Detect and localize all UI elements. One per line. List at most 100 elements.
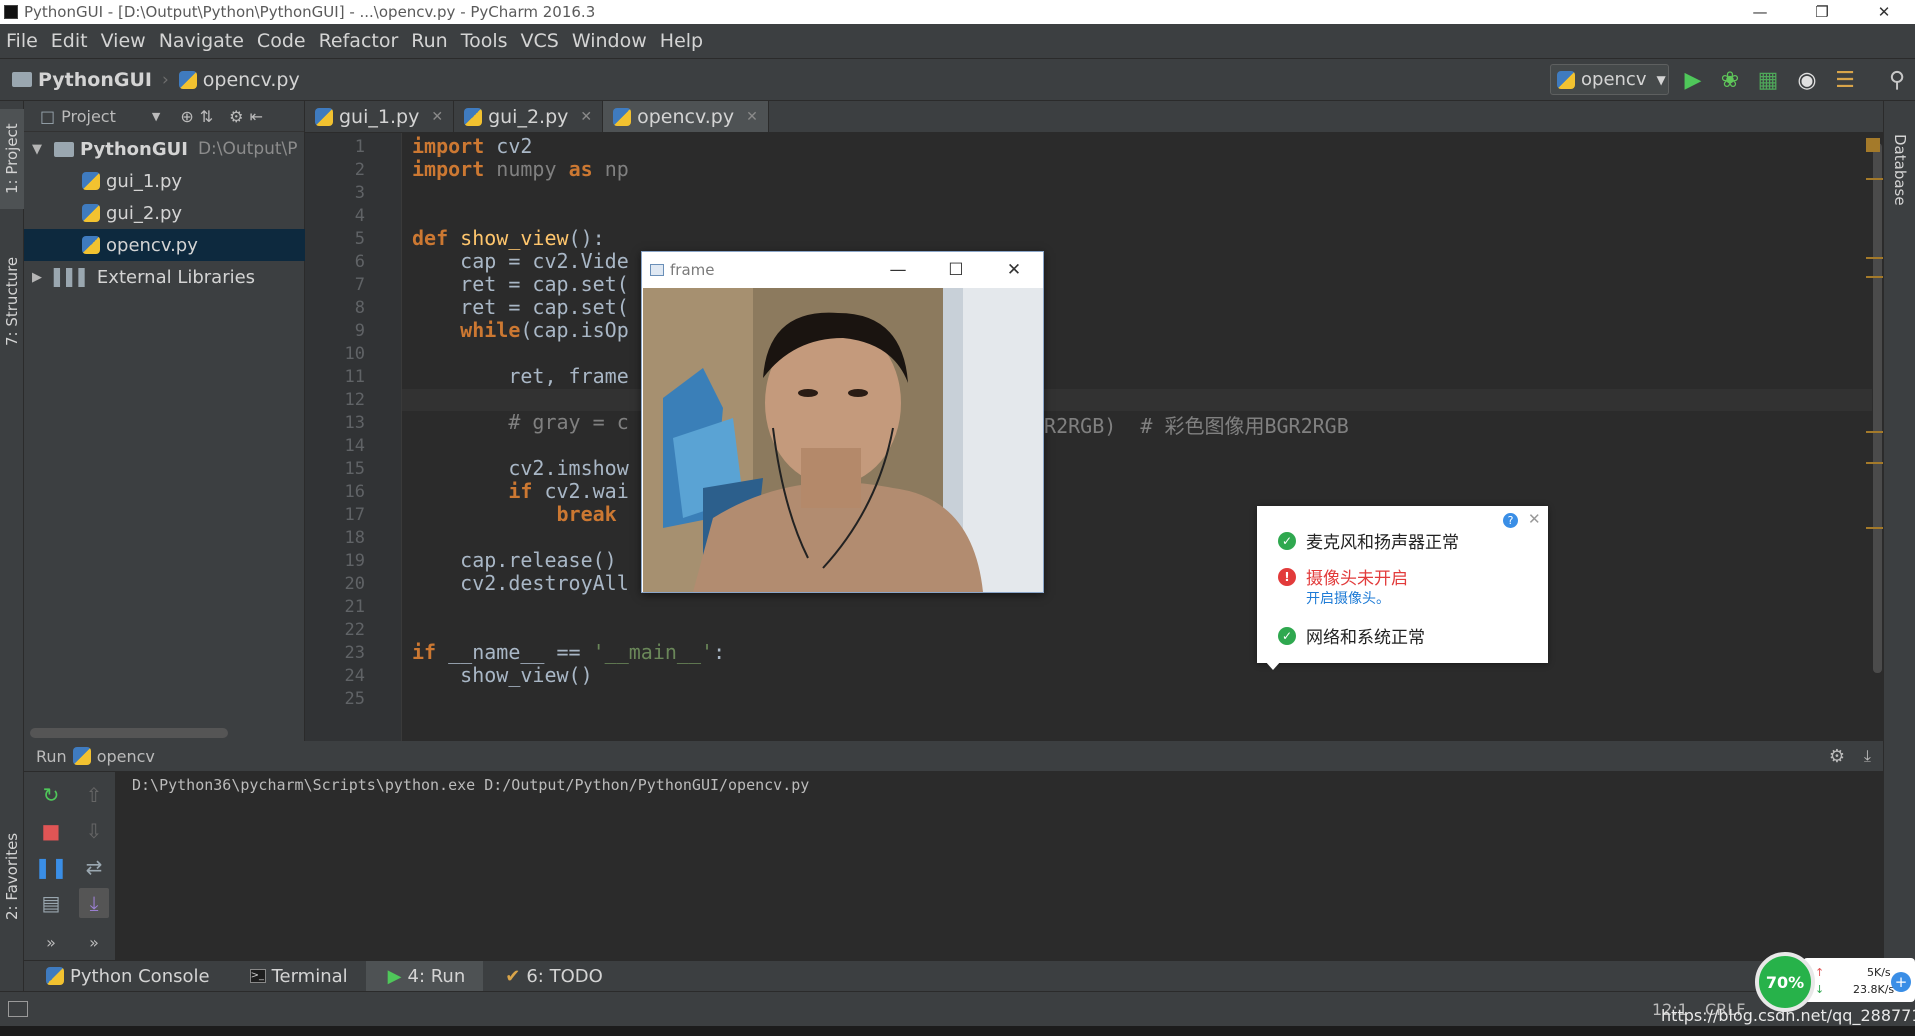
menu-navigate[interactable]: Navigate	[153, 30, 251, 52]
line-number: 1	[354, 137, 365, 157]
code-token: __name__ ==	[448, 640, 581, 664]
stripe-mark[interactable]	[1866, 178, 1883, 180]
inspection-status-icon[interactable]	[1866, 138, 1880, 152]
panel-toggle-icon[interactable]	[8, 1001, 28, 1017]
project-panel: □ Project ▼ ⊕ ⇅ ⚙ ⇤ ▼ PythonGUI D:\Outpu…	[24, 101, 305, 741]
collapse-icon[interactable]: ⇅	[200, 107, 213, 126]
layout-icon[interactable]: ▤	[36, 888, 66, 918]
tab-structure-tool[interactable]: 7: Structure	[0, 241, 24, 361]
run-config-select[interactable]: opencv ▼	[1550, 64, 1669, 95]
chevron-right-icon[interactable]: ▶	[26, 270, 48, 285]
concurrency-icon[interactable]: ☰	[1832, 67, 1858, 93]
locate-icon[interactable]: ⊕	[180, 107, 193, 126]
tab-run[interactable]: ▶ 4: Run	[365, 960, 484, 992]
stripe-mark[interactable]	[1866, 276, 1883, 278]
minimize-icon[interactable]: —	[1729, 0, 1791, 24]
profile-icon[interactable]: ◉	[1794, 67, 1820, 93]
tree-external-libraries[interactable]: ▶ ▌▌▌ External Libraries	[24, 261, 305, 293]
tab-python-console[interactable]: Python Console	[24, 966, 228, 987]
breadcrumb-project[interactable]: PythonGUI	[0, 69, 152, 91]
close-icon[interactable]: ✕	[746, 109, 758, 125]
hide-icon[interactable]: ⇤	[250, 107, 263, 126]
tab-project-tool[interactable]: 1: Project	[0, 109, 24, 209]
menu-edit[interactable]: Edit	[45, 30, 95, 52]
close-icon[interactable]: ✕	[1853, 0, 1915, 24]
python-file-icon	[82, 236, 100, 254]
project-panel-title[interactable]: Project	[61, 107, 116, 126]
editor-scrollbar[interactable]	[1872, 133, 1883, 741]
run-console[interactable]: D:\Python36\pycharm\Scripts\python.exe D…	[116, 772, 1883, 991]
opencv-frame-window[interactable]: frame — ☐ ✕	[641, 251, 1044, 593]
menu-bar: File Edit View Navigate Code Refactor Ru…	[0, 24, 1915, 59]
stop-icon[interactable]: ■	[36, 816, 66, 846]
close-icon[interactable]: ✕	[985, 252, 1043, 288]
close-icon[interactable]: ✕	[431, 109, 443, 125]
code-editor[interactable]: import cv2 import numpy as np def show_v…	[402, 133, 1872, 741]
pause-icon[interactable]: ❚❚	[34, 852, 68, 882]
project-panel-header: □ Project ▼ ⊕ ⇅ ⚙ ⇤	[24, 101, 304, 132]
run-icon[interactable]: ▶	[1680, 67, 1706, 93]
gear-icon[interactable]: ⚙	[1829, 746, 1845, 767]
line-number: 18	[344, 528, 365, 548]
more-icon[interactable]: »	[79, 927, 109, 957]
stripe-mark[interactable]	[1866, 431, 1883, 433]
debug-icon[interactable]: ❀	[1717, 67, 1743, 93]
menu-help[interactable]: Help	[654, 30, 710, 52]
close-icon[interactable]: ✕	[1528, 510, 1541, 528]
minimize-icon[interactable]: —	[869, 252, 927, 288]
tree-item-gui-2[interactable]: gui_2.py	[24, 197, 305, 229]
menu-code[interactable]: Code	[251, 30, 313, 52]
menu-file[interactable]: File	[0, 30, 45, 52]
menu-window[interactable]: Window	[566, 30, 654, 52]
tab-favorites-tool[interactable]: 2: Favorites	[0, 821, 24, 931]
maximize-icon[interactable]: ☐	[927, 252, 985, 288]
gear-icon[interactable]: ⚙	[229, 107, 243, 126]
tab-todo[interactable]: ✔ 6: TODO	[483, 966, 621, 987]
tree-item-gui-1[interactable]: gui_1.py	[24, 165, 305, 197]
tab-opencv[interactable]: opencv.py ✕	[603, 101, 769, 132]
tab-database-tool[interactable]: Database	[1888, 115, 1912, 225]
arrow-down-icon[interactable]: ⇩	[79, 816, 109, 846]
coverage-icon[interactable]: ▦	[1755, 67, 1781, 93]
tab-gui-2[interactable]: gui_2.py ✕	[454, 101, 604, 132]
line-number: 10	[344, 344, 365, 364]
close-icon[interactable]: ✕	[580, 109, 592, 125]
plus-icon[interactable]: +	[1891, 972, 1911, 992]
tab-gui-1[interactable]: gui_1.py ✕	[305, 101, 455, 132]
arrow-up-icon[interactable]: ⇧	[79, 780, 109, 810]
error-icon: !	[1278, 567, 1296, 586]
project-scrollbar[interactable]	[30, 728, 228, 738]
code-line-20: cv2.destroyAll	[412, 571, 629, 595]
menu-view[interactable]: View	[95, 30, 153, 52]
breadcrumb-file[interactable]: opencv.py	[178, 69, 300, 91]
menu-refactor[interactable]: Refactor	[313, 30, 406, 52]
scrollbar-thumb[interactable]	[1873, 143, 1882, 673]
status-network: ✓ 网络和系统正常	[1278, 623, 1425, 648]
chevron-down-icon[interactable]: ▼	[26, 142, 48, 157]
chevron-down-icon[interactable]: ▼	[152, 110, 160, 123]
soft-wrap-icon[interactable]: ⇄	[79, 852, 109, 882]
hide-panel-icon[interactable]: ⤓	[1864, 746, 1871, 766]
restore-icon[interactable]: ❐	[1791, 0, 1853, 24]
search-icon[interactable]: ⚲	[1884, 67, 1910, 93]
run-panel-config[interactable]: opencv	[97, 747, 155, 766]
menu-tools[interactable]: Tools	[455, 30, 515, 52]
scroll-to-end-icon[interactable]: ⤓	[79, 888, 109, 918]
stripe-mark[interactable]	[1866, 462, 1883, 464]
menu-vcs[interactable]: VCS	[515, 30, 566, 52]
more-icon[interactable]: »	[36, 927, 66, 957]
tree-item-opencv[interactable]: opencv.py	[24, 229, 305, 261]
rerun-icon[interactable]: ↻	[36, 780, 66, 810]
tab-terminal[interactable]: >_ Terminal	[228, 966, 366, 987]
tree-root[interactable]: ▼ PythonGUI D:\Output\P	[24, 133, 305, 165]
stripe-mark[interactable]	[1866, 257, 1883, 259]
network-speed-widget[interactable]: ↑ 5K/s ↓ 23.8K/s + 70%	[1755, 952, 1915, 1012]
python-icon	[72, 747, 91, 765]
enable-camera-link[interactable]: 开启摄像头。	[1306, 588, 1390, 608]
menu-run[interactable]: Run	[405, 30, 454, 52]
code-line-2: import numpy as np	[412, 157, 629, 181]
help-icon[interactable]: ?	[1503, 513, 1518, 528]
stripe-mark[interactable]	[1866, 527, 1883, 529]
memory-usage-circle[interactable]: 70%	[1755, 952, 1815, 1012]
webcam-image	[643, 288, 1043, 592]
